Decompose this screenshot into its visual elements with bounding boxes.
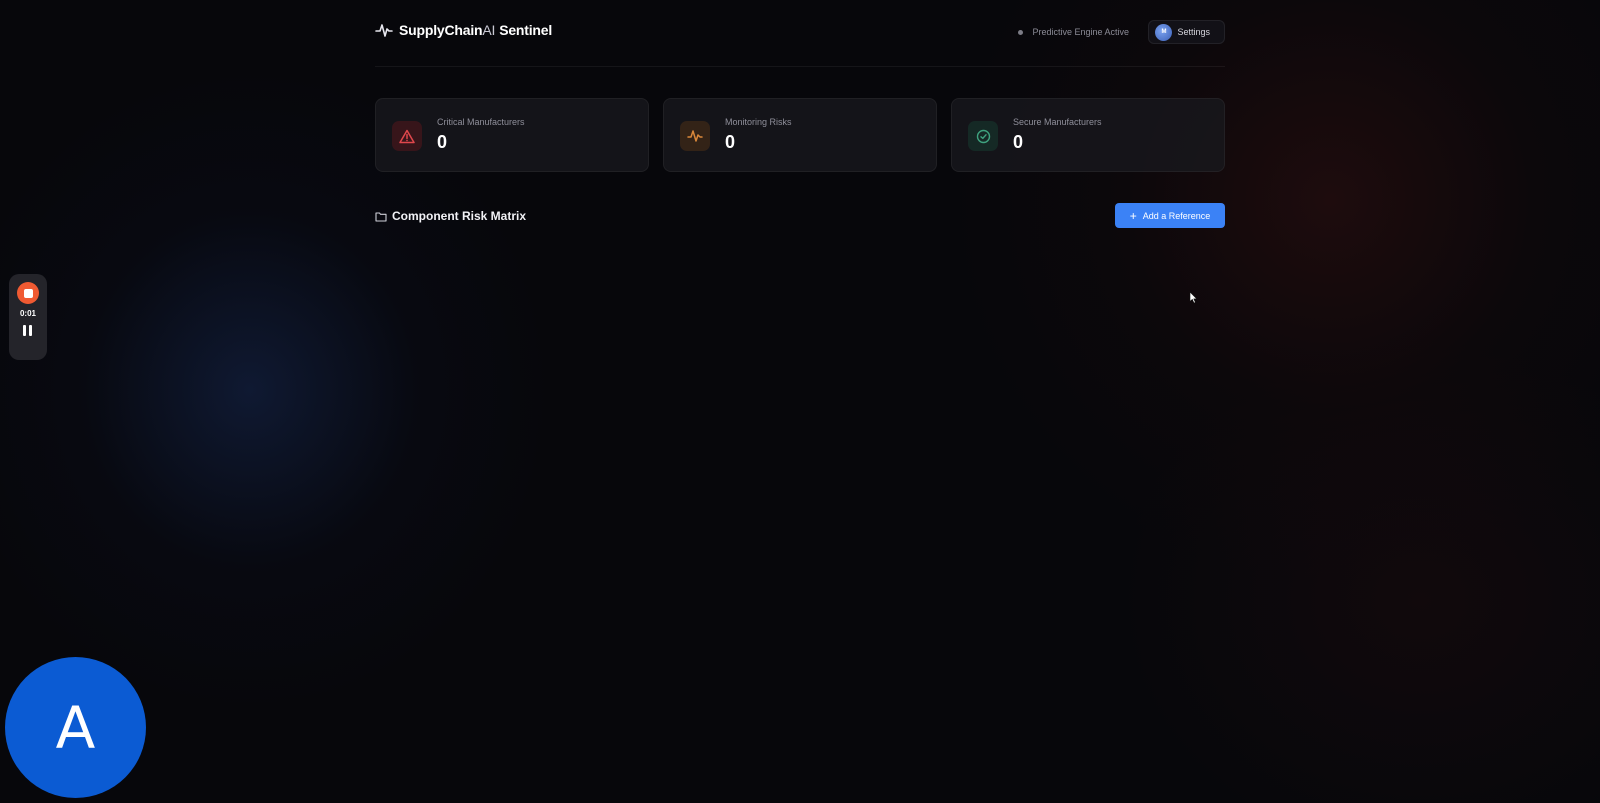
stat-label: Critical Manufacturers	[437, 117, 525, 127]
stat-card-monitoring[interactable]: Monitoring Risks 0	[663, 98, 937, 172]
stat-card-critical[interactable]: Critical Manufacturers 0	[375, 98, 649, 172]
screen-recorder-widget: 0:01	[9, 274, 47, 360]
plus-icon: +	[1129, 208, 1137, 223]
add-reference-button[interactable]: + Add a Reference	[1115, 203, 1225, 228]
recording-time: 0:01	[19, 309, 36, 318]
brand-supply: SupplyChain	[399, 22, 483, 38]
mouse-cursor-icon	[1189, 291, 1198, 304]
add-reference-label: Add a Reference	[1142, 210, 1211, 221]
section-title: Component Risk Matrix	[375, 209, 526, 223]
brand-sentinel: Sentinel	[499, 22, 553, 38]
settings-label: Settings	[1177, 27, 1210, 37]
user-avatar[interactable]: A	[5, 657, 146, 798]
stat-value: 0	[437, 132, 448, 152]
stat-label: Secure Manufacturers	[1013, 117, 1102, 127]
settings-button[interactable]: M Settings	[1148, 20, 1225, 44]
status-dot-icon	[1018, 29, 1024, 35]
top-header: SupplyChainAI Sentinel Predictive Engine …	[375, 18, 1225, 67]
engine-status: Predictive Engine Active	[1018, 27, 1129, 37]
component-risk-matrix-header: Component Risk Matrix + Add a Reference	[375, 203, 1225, 229]
brand-name: SupplyChainAI Sentinel	[399, 22, 552, 38]
check-circle-icon	[968, 121, 998, 151]
stop-icon	[23, 288, 33, 298]
brand-ai: AI	[482, 22, 496, 38]
pulse-icon	[375, 24, 393, 37]
pause-icon[interactable]	[23, 325, 33, 336]
settings-avatar: M	[1155, 23, 1173, 41]
stat-label: Monitoring Risks	[725, 117, 792, 127]
app-page: SupplyChainAI Sentinel Predictive Engine …	[0, 0, 1600, 803]
stat-card-secure[interactable]: Secure Manufacturers 0	[951, 98, 1225, 172]
stats-cards: Critical Manufacturers 0 Monitoring Risk…	[375, 98, 1225, 172]
alert-triangle-icon	[392, 121, 422, 151]
record-stop-button[interactable]	[17, 282, 39, 304]
folder-icon	[375, 211, 387, 222]
brand-logo[interactable]: SupplyChainAI Sentinel	[375, 22, 552, 38]
stat-value: 0	[1013, 132, 1024, 152]
section-title-text: Component Risk Matrix	[392, 209, 527, 223]
stat-value: 0	[725, 132, 736, 152]
engine-status-text: Predictive Engine Active	[1032, 27, 1129, 37]
activity-icon	[680, 121, 710, 151]
